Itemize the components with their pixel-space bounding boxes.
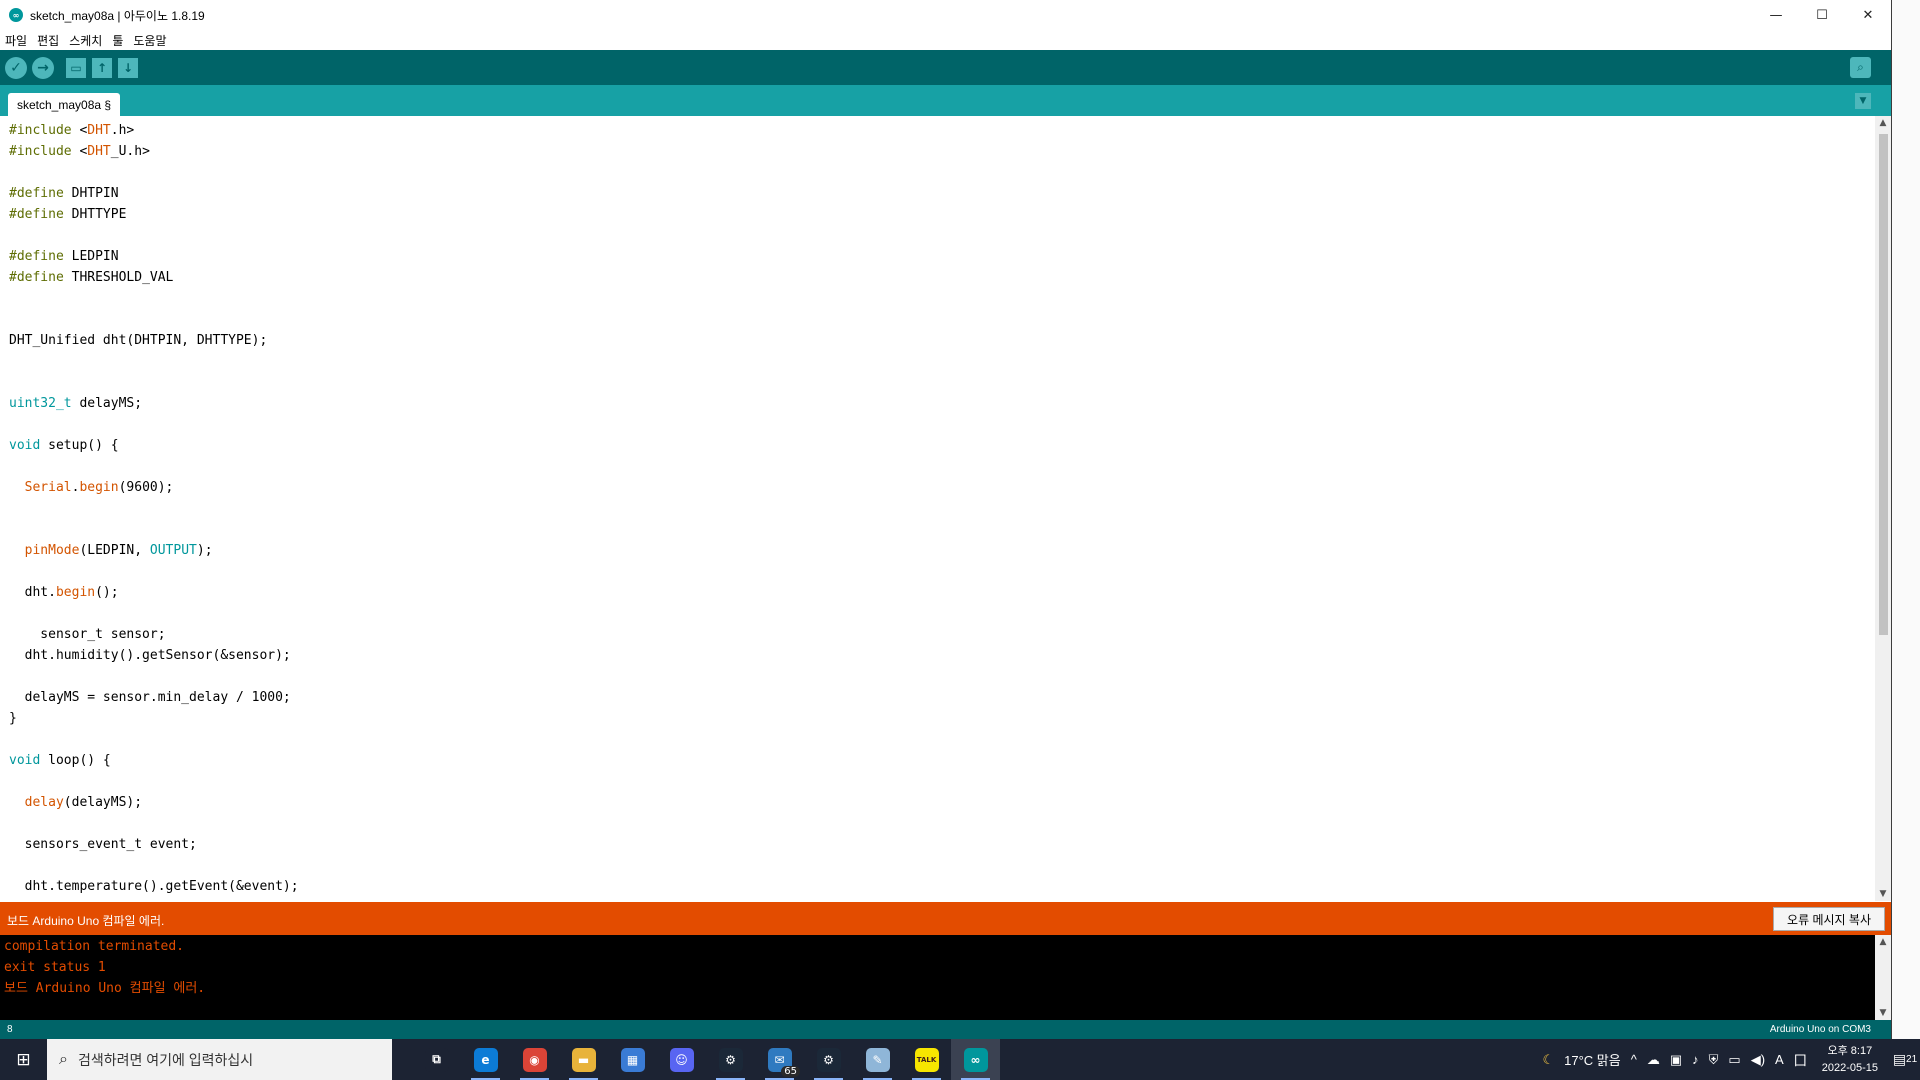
taskbar-store-icon[interactable]: ▦ — [608, 1039, 657, 1080]
maximize-button[interactable]: ☐ — [1799, 0, 1845, 30]
taskbar-apps: ⧉ e ◉ ▬ ▦ ☺ ⚙ ✉ 65 ⚙ ✎ TALK ∞ — [412, 1039, 1000, 1080]
menu-tools[interactable]: 툴 — [107, 32, 128, 49]
arduino-ide-window: ∞ sketch_may08a | 아두이노 1.8.19 — ☐ ✕ 파일 편… — [0, 0, 1892, 1039]
console-output[interactable]: compilation terminated. exit status 1 보드… — [0, 935, 1875, 1020]
serial-monitor-button[interactable]: ⌕ — [1850, 57, 1871, 78]
ime-mode[interactable]: A — [1775, 1052, 1784, 1067]
taskbar-mail-icon[interactable]: ✉ 65 — [755, 1039, 804, 1080]
scroll-up-arrow-icon[interactable]: ▲ — [1875, 116, 1891, 130]
taskbar-notes-icon[interactable]: ✎ — [853, 1039, 902, 1080]
toolbar: ✓ → ▭ ↑ ↓ ⌕ — [0, 50, 1891, 85]
taskbar-search[interactable]: ⌕ 검색하려면 여기에 입력하십시 — [47, 1039, 392, 1080]
arduino-logo-icon: ∞ — [9, 8, 23, 22]
line-number: 8 — [7, 1024, 13, 1035]
steam-2-glyph: ⚙ — [816, 1047, 841, 1072]
taskbar-arduino-icon[interactable]: ∞ — [951, 1039, 1000, 1080]
board-port-info: Arduino Uno on COM3 — [1769, 1024, 1871, 1035]
notes-glyph: ✎ — [865, 1047, 890, 1072]
search-placeholder: 검색하려면 여기에 입력하십시 — [77, 1051, 254, 1068]
steam-glyph: ⚙ — [718, 1047, 743, 1072]
defender-icon[interactable]: ⛨ — [1709, 1052, 1719, 1068]
search-icon: ⌕ — [59, 1050, 68, 1068]
taskbar: ⊞ ⌕ 검색하려면 여기에 입력하십시 ⧉ e ◉ ▬ ▦ ☺ ⚙ ✉ 65 ⚙ ✎ TALK ∞ ☾ … — [0, 1039, 1920, 1080]
title-bar: ∞ sketch_may08a | 아두이노 1.8.19 — ☐ ✕ — [0, 0, 1891, 30]
system-tray: ☾ 17°C 맑음 ^ ☁ ▣ ♪ ⛨ ▭ ◀) A 囗 오후 8:17 202… — [1537, 1039, 1920, 1080]
desktop-edge — [1892, 0, 1920, 1039]
chrome-glyph: ◉ — [522, 1047, 547, 1072]
console-scroll-down-icon[interactable]: ▼ — [1875, 1006, 1891, 1020]
menu-help[interactable]: 도움말 — [128, 32, 171, 49]
save-sketch-button[interactable]: ↓ — [118, 57, 138, 78]
taskbar-steam-icon[interactable]: ⚙ — [706, 1039, 755, 1080]
copy-error-button[interactable]: 오류 메시지 복사 — [1773, 907, 1885, 931]
menu-edit[interactable]: 편집 — [32, 32, 64, 49]
console-line: 보드 Arduino Uno 컴파일 에러. — [4, 981, 206, 996]
discord-glyph: ☺ — [669, 1047, 694, 1072]
taskbar-edge-icon[interactable]: e — [461, 1039, 510, 1080]
tab-menu-dropdown-icon[interactable]: ▼ — [1855, 93, 1871, 109]
store-glyph: ▦ — [620, 1047, 645, 1072]
menu-sketch[interactable]: 스케치 — [64, 32, 107, 49]
menu-file[interactable]: 파일 — [0, 32, 32, 49]
editor-scrollbar-thumb[interactable] — [1879, 134, 1888, 635]
weather-moon-icon[interactable]: ☾ — [1542, 1052, 1554, 1068]
console-scrollbar[interactable]: ▲ ▼ — [1875, 935, 1891, 1020]
menu-bar: 파일 편집 스케치 툴 도움말 — [0, 30, 1891, 50]
window-controls: — ☐ ✕ — [1753, 0, 1891, 30]
console-scroll-up-icon[interactable]: ▲ — [1875, 935, 1891, 949]
tray-overflow-icon[interactable]: ^ — [1631, 1052, 1637, 1067]
console-line: compilation terminated. — [4, 939, 185, 954]
onedrive-icon[interactable]: ☁ — [1647, 1052, 1660, 1068]
clock[interactable]: 오후 8:17 2022-05-15 — [1822, 1043, 1878, 1077]
microphone-icon[interactable]: ♪ — [1692, 1052, 1699, 1067]
volume-icon[interactable]: ◀) — [1751, 1052, 1765, 1068]
taskbar-task-view-icon[interactable]: ⧉ — [412, 1039, 461, 1080]
taskbar-file-explorer-icon[interactable]: ▬ — [559, 1039, 608, 1080]
error-status-bar: 보드 Arduino Uno 컴파일 에러. 오류 메시지 복사 — [0, 902, 1891, 935]
console-line: exit status 1 — [4, 960, 106, 975]
ime-hangul-icon[interactable]: 囗 — [1794, 1050, 1807, 1069]
code-text[interactable]: #include <DHT.h> #include <DHT_U.h> #def… — [0, 116, 1875, 897]
new-sketch-button[interactable]: ▭ — [66, 57, 86, 78]
clock-date: 2022-05-15 — [1821, 1061, 1878, 1074]
notification-icon[interactable]: ▤ 21 — [1890, 1039, 1920, 1080]
upload-button[interactable]: → — [32, 56, 54, 79]
open-sketch-button[interactable]: ↑ — [92, 57, 112, 78]
file-explorer-glyph: ▬ — [571, 1047, 596, 1072]
clock-time: 오후 8:17 — [1827, 1044, 1873, 1057]
code-editor[interactable]: #include <DHT.h> #include <DHT_U.h> #def… — [0, 116, 1875, 901]
minimize-button[interactable]: — — [1753, 0, 1799, 30]
console-text: compilation terminated. exit status 1 보드… — [0, 935, 1875, 999]
network-icon[interactable]: ▭ — [1728, 1052, 1740, 1068]
taskbar-chrome-icon[interactable]: ◉ — [510, 1039, 559, 1080]
notification-count: 21 — [1906, 1054, 1918, 1065]
taskbar-discord-icon[interactable]: ☺ — [657, 1039, 706, 1080]
close-button[interactable]: ✕ — [1845, 0, 1891, 30]
tab-sketch[interactable]: sketch_may08a § — [8, 93, 121, 116]
verify-button[interactable]: ✓ — [5, 56, 27, 79]
tab-bar: sketch_may08a § ▼ — [0, 85, 1891, 116]
windows-start-icon[interactable]: ⊞ — [0, 1039, 47, 1080]
edge-glyph: e — [473, 1047, 498, 1072]
window-title: sketch_may08a | 아두이노 1.8.19 — [30, 8, 205, 23]
arduino-glyph: ∞ — [963, 1047, 988, 1072]
bottom-status-line: 8 Arduino Uno on COM3 — [0, 1020, 1891, 1039]
mail-badge: 65 — [781, 1066, 800, 1077]
scroll-down-arrow-icon[interactable]: ▼ — [1875, 887, 1891, 901]
task-view-glyph: ⧉ — [424, 1047, 449, 1072]
editor-scrollbar[interactable]: ▲ ▼ — [1875, 116, 1891, 901]
taskbar-kakaotalk-icon[interactable]: TALK — [902, 1039, 951, 1080]
weather-text[interactable]: 17°C 맑음 — [1564, 1050, 1621, 1069]
taskbar-steam-2-icon[interactable]: ⚙ — [804, 1039, 853, 1080]
meet-icon[interactable]: ▣ — [1670, 1052, 1682, 1068]
kakaotalk-glyph: TALK — [914, 1047, 939, 1072]
error-message: 보드 Arduino Uno 컴파일 에러. — [7, 914, 165, 928]
